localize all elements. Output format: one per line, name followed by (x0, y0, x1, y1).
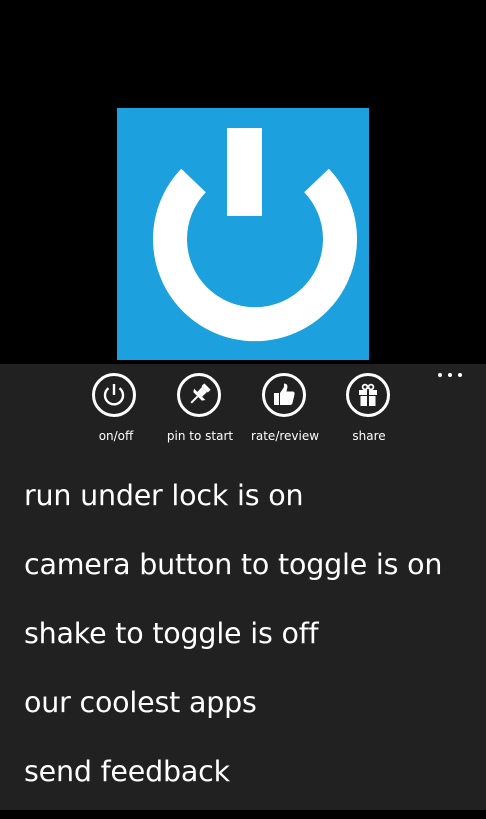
share-label: share (352, 429, 386, 443)
menu-item-shake-to-toggle[interactable]: shake to toggle is off (24, 612, 474, 681)
settings-menu: run under lock is on camera button to to… (24, 474, 474, 819)
ellipsis-icon[interactable] (432, 366, 468, 384)
power-toggle-tile[interactable] (117, 108, 369, 360)
gift-icon (346, 373, 390, 417)
rate-review-label: rate/review (250, 429, 320, 443)
on-off-button[interactable]: on/off (71, 373, 161, 453)
menu-item-coolest-apps[interactable]: our coolest apps (24, 681, 474, 750)
share-button[interactable]: share (324, 373, 414, 453)
menu-item-camera-button-toggle[interactable]: camera button to toggle is on (24, 543, 474, 612)
rate-review-button[interactable]: rate/review (240, 373, 330, 453)
on-off-label: on/off (98, 429, 134, 443)
menu-item-send-feedback[interactable]: send feedback (24, 750, 474, 819)
power-icon (117, 108, 369, 360)
thumbs-up-icon (262, 373, 306, 417)
power-icon (92, 373, 136, 417)
pin-icon (177, 373, 221, 417)
menu-item-run-under-lock[interactable]: run under lock is on (24, 474, 474, 543)
pin-to-start-button[interactable]: pin to start (155, 373, 245, 453)
pin-to-start-label: pin to start (166, 429, 234, 443)
